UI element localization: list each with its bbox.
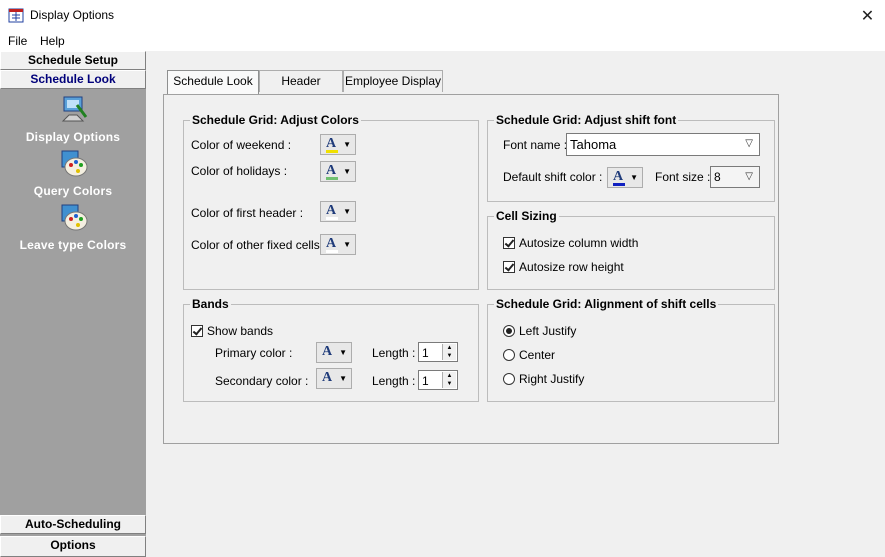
primary-length-spinner[interactable]: 1 ▲ ▼ <box>418 342 458 362</box>
bands-title: Bands <box>190 297 231 311</box>
palette-icon <box>61 204 88 231</box>
holidays-color-button[interactable]: A ▼ <box>320 161 356 182</box>
shift-font-title: Schedule Grid: Adjust shift font <box>494 113 679 127</box>
adjust-colors-title: Schedule Grid: Adjust Colors <box>190 113 361 127</box>
auto-scheduling-button[interactable]: Auto-Scheduling <box>0 515 146 534</box>
primary-length-value: 1 <box>422 346 429 360</box>
autosize-row-label: Autosize row height <box>519 260 624 274</box>
default-shift-color-swatch <box>613 183 625 186</box>
left-justify-radio[interactable] <box>503 325 515 337</box>
menu-bar: File Help <box>0 31 885 51</box>
chevron-down-icon: ▽ <box>745 138 753 149</box>
cell-sizing-group: Cell Sizing <box>487 209 775 290</box>
font-size-label: Font size : <box>655 170 711 184</box>
title-bar <box>0 0 885 31</box>
dropdown-arrow-icon: ▼ <box>343 167 351 176</box>
font-color-icon: A <box>322 370 333 385</box>
options-button[interactable]: Options <box>0 536 146 557</box>
weekend-label: Color of weekend : <box>191 138 292 152</box>
show-bands-checkbox[interactable] <box>191 325 203 337</box>
other-fixed-color-swatch <box>326 250 338 253</box>
first-header-label: Color of first header : <box>191 206 304 220</box>
center-radio[interactable] <box>503 349 515 361</box>
font-color-icon: A <box>322 344 333 359</box>
cell-sizing-title: Cell Sizing <box>494 209 559 223</box>
chevron-down-icon: ▽ <box>745 171 753 182</box>
close-icon: ✕ <box>860 7 875 25</box>
show-bands-label: Show bands <box>207 324 274 338</box>
query-colors-tool[interactable]: Query Colors <box>0 147 146 198</box>
holidays-color-swatch <box>326 177 338 180</box>
secondary-color-label: Secondary color : <box>215 374 309 388</box>
tab-header-display[interactable]: Header Display <box>259 70 343 109</box>
dropdown-arrow-icon: ▼ <box>339 374 347 383</box>
left-justify-label: Left Justify <box>519 324 577 338</box>
other-fixed-color-button[interactable]: A ▼ <box>320 234 356 255</box>
other-fixed-label: Color of other fixed cells : <box>191 238 327 252</box>
font-name-select[interactable]: Tahoma ▽ <box>566 133 760 156</box>
leave-type-colors-tool[interactable]: Leave type Colors <box>0 201 146 252</box>
weekend-color-button[interactable]: A ▼ <box>320 134 356 155</box>
display-options-tool[interactable]: Display Options <box>0 93 146 144</box>
secondary-length-value: 1 <box>422 374 429 388</box>
menu-help[interactable]: Help <box>40 34 65 48</box>
sidebar: Schedule Setup Schedule Look Display Opt… <box>0 51 146 557</box>
spinner-arrows-icon[interactable]: ▲ ▼ <box>442 372 456 388</box>
first-header-color-swatch <box>326 217 338 220</box>
close-button[interactable]: ✕ <box>850 0 885 31</box>
palette-icon <box>61 150 88 177</box>
schedule-look-button[interactable]: Schedule Look <box>0 70 146 89</box>
menu-file[interactable]: File <box>8 34 27 48</box>
default-shift-color-button[interactable]: A ▼ <box>607 167 643 188</box>
app-calendar-icon <box>8 8 24 23</box>
dropdown-arrow-icon: ▼ <box>630 173 638 182</box>
autosize-column-checkbox[interactable] <box>503 237 515 249</box>
dropdown-arrow-icon: ▼ <box>343 140 351 149</box>
secondary-length-spinner[interactable]: 1 ▲ ▼ <box>418 370 458 390</box>
default-shift-color-label: Default shift color : <box>503 170 603 184</box>
tab-schedule-look[interactable]: Schedule Look <box>167 70 259 94</box>
primary-color-button[interactable]: A ▼ <box>316 342 352 363</box>
weekend-color-swatch <box>326 150 338 153</box>
autosize-row-checkbox[interactable] <box>503 261 515 273</box>
font-name-label: Font name : <box>503 138 568 152</box>
font-name-value: Tahoma <box>570 137 617 152</box>
leave-type-colors-label: Leave type Colors <box>19 238 127 252</box>
display-options-icon <box>61 96 88 122</box>
secondary-color-button[interactable]: A ▼ <box>316 368 352 389</box>
right-justify-radio[interactable] <box>503 373 515 385</box>
spinner-arrows-icon[interactable]: ▲ ▼ <box>442 344 456 360</box>
holidays-label: Color of holidays : <box>191 164 288 178</box>
autosize-column-label: Autosize column width <box>519 236 639 250</box>
primary-color-label: Primary color : <box>215 346 293 360</box>
dropdown-arrow-icon: ▼ <box>343 207 351 216</box>
font-size-select[interactable]: 8 ▽ <box>710 166 760 188</box>
first-header-color-button[interactable]: A ▼ <box>320 201 356 222</box>
schedule-setup-button[interactable]: Schedule Setup <box>0 51 146 70</box>
font-size-value: 8 <box>714 170 721 184</box>
tab-employee-display[interactable]: Employee Display <box>343 70 443 92</box>
dropdown-arrow-icon: ▼ <box>339 348 347 357</box>
display-options-label: Display Options <box>25 130 121 144</box>
alignment-title: Schedule Grid: Alignment of shift cells <box>494 297 719 311</box>
right-justify-label: Right Justify <box>519 372 585 386</box>
primary-length-label: Length : <box>372 346 416 360</box>
secondary-length-label: Length : <box>372 374 416 388</box>
center-label: Center <box>519 348 556 362</box>
dropdown-arrow-icon: ▼ <box>343 240 351 249</box>
query-colors-label: Query Colors <box>33 184 113 198</box>
window-title: Display Options <box>30 8 115 22</box>
